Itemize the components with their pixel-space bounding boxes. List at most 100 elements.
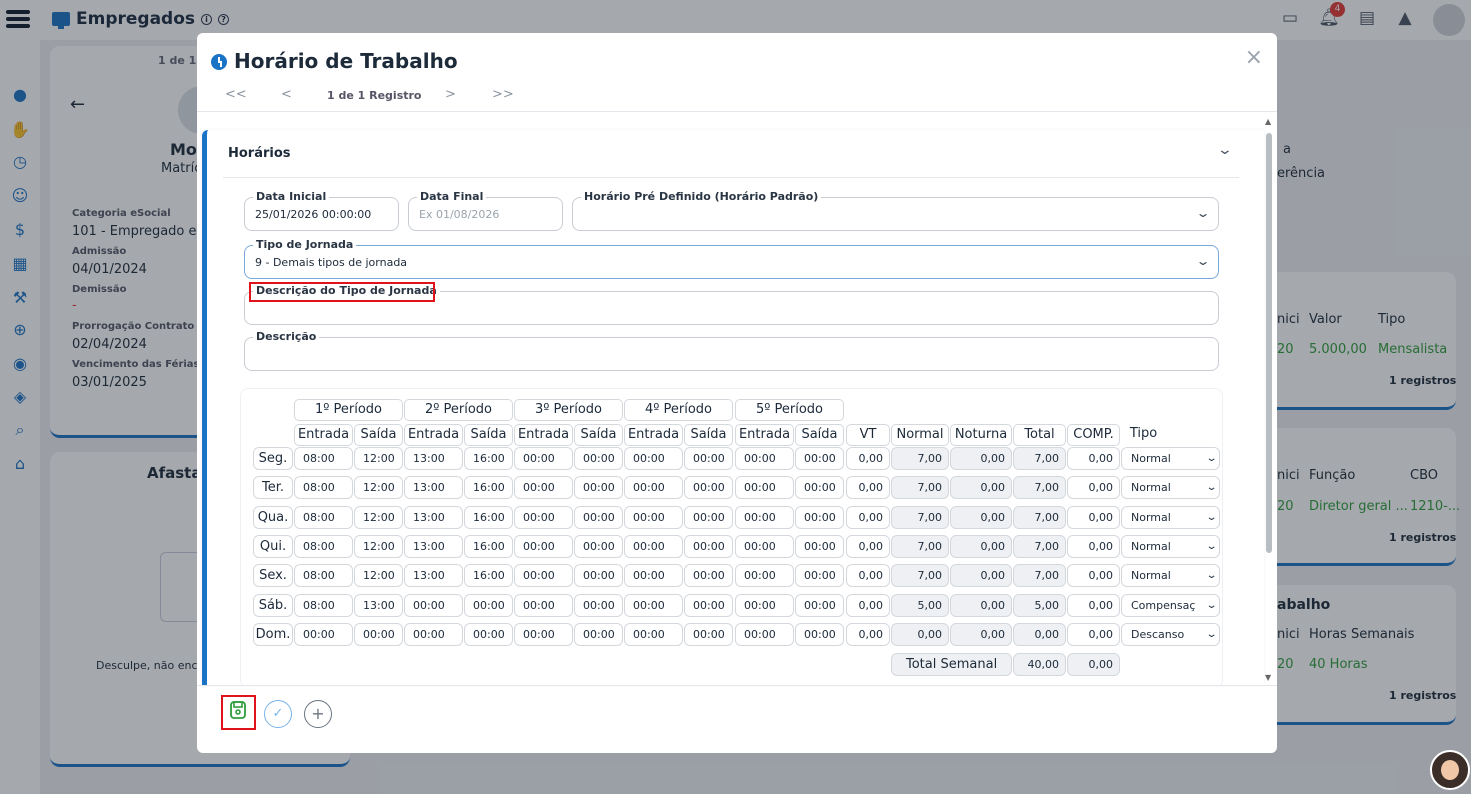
time-input[interactable]: 00:00 — [574, 564, 623, 588]
time-input[interactable]: 00:00 — [624, 564, 683, 588]
time-input[interactable]: 00:00 — [735, 622, 794, 646]
modal-content[interactable]: Horários ⌄ Data Inicial 25/01/2026 00:00… — [202, 130, 1264, 685]
time-input[interactable]: 00:00 — [684, 476, 733, 500]
comp-value[interactable]: 0,00 — [1067, 447, 1120, 470]
time-input[interactable]: 00:00 — [735, 564, 794, 588]
vt-value[interactable]: 0,00 — [846, 564, 890, 588]
time-input[interactable]: 00:00 — [354, 622, 403, 646]
time-input[interactable]: 00:00 — [514, 622, 573, 646]
time-input[interactable]: 00:00 — [795, 476, 844, 500]
time-input[interactable]: 00:00 — [684, 593, 733, 617]
first-record-button[interactable]: << — [225, 87, 247, 102]
time-input[interactable]: 00:00 — [795, 534, 844, 558]
data-inicial-field[interactable]: Data Inicial 25/01/2026 00:00:00 — [244, 190, 399, 231]
time-input[interactable]: 00:00 — [514, 564, 573, 588]
time-input[interactable]: 00:00 — [795, 593, 844, 617]
time-input[interactable]: 13:00 — [404, 505, 463, 529]
confirm-button[interactable]: ✓ — [264, 700, 292, 728]
time-input[interactable]: 00:00 — [574, 534, 623, 558]
time-input[interactable]: 08:00 — [294, 593, 353, 617]
vt-value[interactable]: 0,00 — [846, 622, 890, 646]
time-input[interactable]: 00:00 — [404, 593, 463, 617]
chevron-down-icon[interactable]: ⌄ — [1217, 142, 1233, 158]
time-input[interactable]: 12:00 — [354, 447, 403, 470]
comp-value[interactable]: 0,00 — [1067, 564, 1120, 588]
time-input[interactable]: 08:00 — [294, 505, 353, 529]
time-input[interactable]: 00:00 — [514, 447, 573, 470]
tipo-select[interactable]: Normal ⌄ — [1121, 534, 1220, 558]
time-input[interactable]: 00:00 — [624, 593, 683, 617]
time-input[interactable]: 12:00 — [354, 505, 403, 529]
horario-padrao-select[interactable]: Horário Pré Definido (Horário Padrão) ⌄ — [572, 190, 1219, 231]
last-record-button[interactable]: >> — [492, 87, 514, 102]
time-input[interactable]: 00:00 — [624, 447, 683, 470]
time-input[interactable]: 00:00 — [624, 476, 683, 500]
time-input[interactable]: 00:00 — [735, 476, 794, 500]
time-input[interactable]: 00:00 — [795, 505, 844, 529]
time-input[interactable]: 00:00 — [795, 622, 844, 646]
time-input[interactable]: 08:00 — [294, 564, 353, 588]
time-input[interactable]: 00:00 — [684, 564, 733, 588]
time-input[interactable]: 13:00 — [404, 476, 463, 500]
time-input[interactable]: 00:00 — [684, 622, 733, 646]
time-input[interactable]: 00:00 — [795, 447, 844, 470]
vt-value[interactable]: 0,00 — [846, 593, 890, 617]
time-input[interactable]: 00:00 — [514, 534, 573, 558]
time-input[interactable]: 00:00 — [574, 476, 623, 500]
time-input[interactable]: 16:00 — [464, 564, 513, 588]
time-input[interactable]: 00:00 — [735, 593, 794, 617]
time-input[interactable]: 13:00 — [354, 593, 403, 617]
time-input[interactable]: 00:00 — [795, 564, 844, 588]
prev-record-button[interactable]: < — [281, 87, 292, 102]
time-input[interactable]: 12:00 — [354, 564, 403, 588]
scroll-thumb[interactable] — [1266, 133, 1272, 553]
scrollbar[interactable]: ▲ ▼ — [1264, 117, 1274, 683]
time-input[interactable]: 08:00 — [294, 447, 353, 470]
data-final-field[interactable]: Data Final Ex 01/08/2026 — [408, 190, 563, 231]
time-input[interactable]: 12:00 — [354, 476, 403, 500]
time-input[interactable]: 00:00 — [684, 534, 733, 558]
time-input[interactable]: 00:00 — [464, 622, 513, 646]
tipo-jornada-select[interactable]: Tipo de Jornada 9 - Demais tipos de jorn… — [244, 238, 1219, 279]
time-input[interactable]: 00:00 — [574, 593, 623, 617]
tipo-select[interactable]: Normal ⌄ — [1121, 476, 1220, 500]
time-input[interactable]: 00:00 — [735, 534, 794, 558]
time-input[interactable]: 16:00 — [464, 447, 513, 470]
tipo-select[interactable]: Normal ⌄ — [1121, 447, 1220, 470]
time-input[interactable]: 00:00 — [735, 505, 794, 529]
assistant-avatar[interactable] — [1430, 750, 1470, 790]
time-input[interactable]: 13:00 — [404, 534, 463, 558]
scroll-up-icon[interactable]: ▲ — [1265, 117, 1271, 126]
time-input[interactable]: 00:00 — [624, 505, 683, 529]
tipo-select[interactable]: Normal ⌄ — [1121, 505, 1220, 529]
time-input[interactable]: 08:00 — [294, 476, 353, 500]
time-input[interactable]: 00:00 — [514, 476, 573, 500]
time-input[interactable]: 00:00 — [684, 505, 733, 529]
comp-value[interactable]: 0,00 — [1067, 505, 1120, 529]
time-input[interactable]: 08:00 — [294, 534, 353, 558]
comp-value[interactable]: 0,00 — [1067, 476, 1120, 500]
comp-value[interactable]: 0,00 — [1067, 534, 1120, 558]
time-input[interactable]: 00:00 — [624, 534, 683, 558]
time-input[interactable]: 13:00 — [404, 564, 463, 588]
time-input[interactable]: 00:00 — [464, 593, 513, 617]
vt-value[interactable]: 0,00 — [846, 476, 890, 500]
time-input[interactable]: 16:00 — [464, 505, 513, 529]
add-button[interactable]: + — [304, 700, 332, 728]
tipo-select[interactable]: Compensaç ⌄ — [1121, 593, 1220, 617]
time-input[interactable]: 00:00 — [404, 622, 463, 646]
time-input[interactable]: 00:00 — [514, 593, 573, 617]
tipo-select[interactable]: Descanso ⌄ — [1121, 622, 1220, 646]
time-input[interactable]: 00:00 — [735, 447, 794, 470]
tipo-select[interactable]: Normal ⌄ — [1121, 564, 1220, 588]
time-input[interactable]: 16:00 — [464, 534, 513, 558]
next-record-button[interactable]: > — [445, 87, 456, 102]
time-input[interactable]: 00:00 — [574, 622, 623, 646]
comp-value[interactable]: 0,00 — [1067, 593, 1120, 617]
vt-value[interactable]: 0,00 — [846, 505, 890, 529]
comp-value[interactable]: 0,00 — [1067, 622, 1120, 646]
time-input[interactable]: 00:00 — [574, 447, 623, 470]
time-input[interactable]: 13:00 — [404, 447, 463, 470]
time-input[interactable]: 12:00 — [354, 534, 403, 558]
time-input[interactable]: 16:00 — [464, 476, 513, 500]
